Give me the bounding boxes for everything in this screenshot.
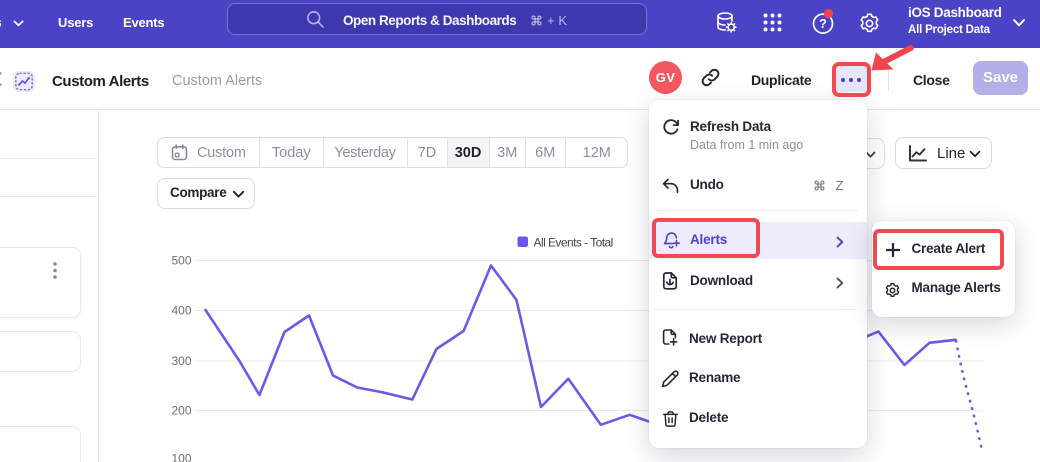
svg-text:100: 100 (171, 452, 191, 462)
svg-text:300: 300 (171, 354, 191, 368)
svg-text:200: 200 (171, 404, 191, 418)
svg-text:500: 500 (171, 254, 191, 268)
svg-text:400: 400 (171, 304, 191, 318)
svg-text:All Events - Total: All Events - Total (534, 235, 613, 249)
